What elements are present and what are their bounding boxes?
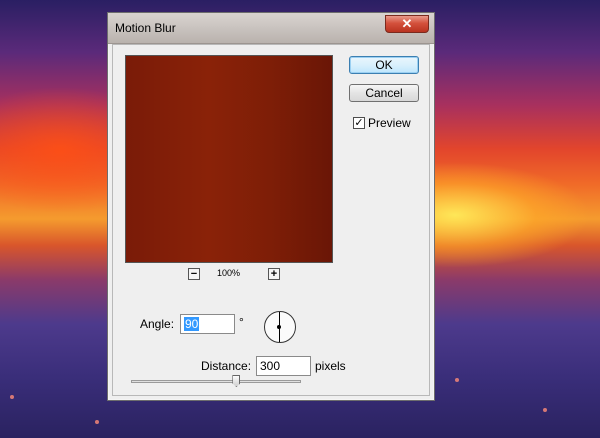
zoom-out-button[interactable]: − — [188, 268, 200, 280]
background-sparkle — [455, 378, 459, 382]
cancel-button[interactable]: Cancel — [349, 84, 419, 102]
distance-label: Distance: — [201, 359, 252, 373]
background-sparkle — [10, 395, 14, 399]
angle-dial[interactable] — [264, 311, 296, 343]
motion-blur-dialog: Motion Blur ✕ − 100% + OK Cancel ✓ Previ… — [107, 12, 435, 401]
angle-value: 90 — [184, 317, 200, 331]
close-icon: ✕ — [401, 16, 413, 31]
dialog-body: − 100% + OK Cancel ✓ Preview Angle: 90 °… — [112, 44, 430, 396]
distance-unit: pixels — [315, 359, 346, 373]
angle-label: Angle: — [140, 317, 175, 331]
distance-slider[interactable] — [131, 380, 301, 383]
background-sparkle — [95, 420, 99, 424]
preview-label: Preview — [368, 116, 411, 130]
distance-slider-thumb[interactable] — [232, 375, 241, 387]
preview-checkbox[interactable]: ✓ — [353, 117, 365, 129]
plus-icon: + — [270, 268, 278, 280]
angle-input[interactable]: 90 — [180, 314, 235, 334]
zoom-level: 100% — [217, 268, 241, 278]
close-button[interactable]: ✕ — [385, 15, 429, 33]
zoom-in-button[interactable]: + — [268, 268, 280, 280]
checkmark-icon: ✓ — [354, 117, 364, 129]
preview-canvas[interactable] — [125, 55, 333, 263]
ok-button[interactable]: OK — [349, 56, 419, 74]
degree-symbol: ° — [239, 315, 244, 329]
minus-icon: − — [190, 268, 198, 280]
distance-value: 300 — [260, 359, 281, 373]
background-sparkle — [543, 408, 547, 412]
dialog-titlebar[interactable]: Motion Blur ✕ — [108, 13, 434, 44]
distance-input[interactable]: 300 — [256, 356, 311, 376]
dial-center — [277, 325, 281, 329]
dialog-title: Motion Blur — [115, 21, 176, 35]
